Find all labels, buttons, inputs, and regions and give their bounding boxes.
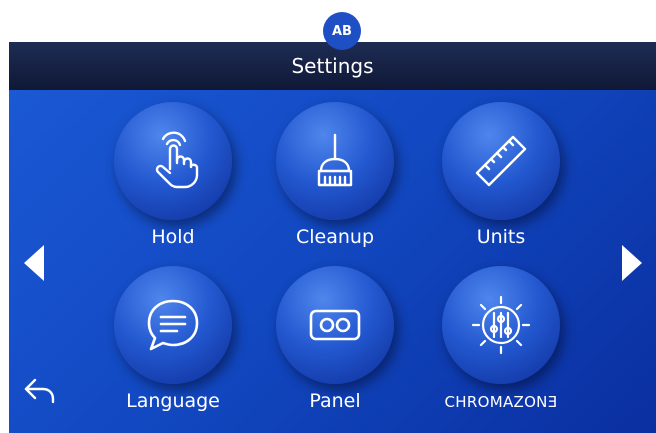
units-label: Units xyxy=(476,226,526,248)
page-title: Settings xyxy=(291,54,374,78)
language-label: Language xyxy=(126,390,220,412)
chromazone-button[interactable]: CHROMAZONƎ xyxy=(421,266,581,411)
title-bar: Settings xyxy=(9,42,656,90)
units-button[interactable]: Units xyxy=(421,102,581,248)
hold-button[interactable]: Hold xyxy=(93,102,253,248)
broom-icon xyxy=(317,133,353,187)
panel-icon xyxy=(309,309,361,341)
sliders-sun-icon xyxy=(471,295,531,355)
units-circle[interactable] xyxy=(442,102,560,220)
chromazone-circle[interactable] xyxy=(442,266,560,384)
cleanup-circle[interactable] xyxy=(276,102,394,220)
cleanup-button[interactable]: Cleanup xyxy=(255,102,415,248)
language-circle[interactable] xyxy=(114,266,232,384)
brand-badge: AB xyxy=(323,12,361,50)
cleanup-label: Cleanup xyxy=(295,226,375,248)
panel-label: Panel xyxy=(309,390,361,412)
speech-bubble-icon xyxy=(147,299,199,351)
arrow-left-icon[interactable] xyxy=(24,245,44,281)
hold-circle[interactable] xyxy=(114,102,232,220)
panel-button[interactable]: Panel xyxy=(255,266,415,412)
panel-circle[interactable] xyxy=(276,266,394,384)
settings-screen: Hold Cleanup Units Language Panel CHROMA… xyxy=(9,90,656,433)
chromazone-label: CHROMAZONƎ xyxy=(444,393,558,411)
language-button[interactable]: Language xyxy=(93,266,253,412)
back-icon[interactable] xyxy=(23,374,57,408)
arrow-right-icon[interactable] xyxy=(622,245,642,281)
hand-pointer-icon xyxy=(155,131,199,189)
ruler-icon xyxy=(475,135,527,187)
hold-label: Hold xyxy=(151,226,195,248)
